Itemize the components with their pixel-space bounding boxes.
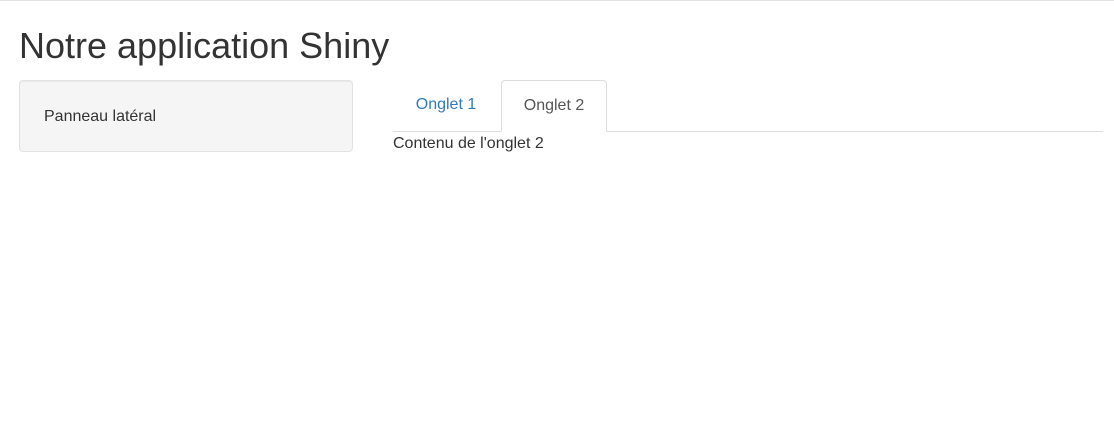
sidebar-panel-text: Panneau latéral <box>44 108 157 125</box>
tab-onglet-2[interactable]: Onglet 2 <box>501 80 607 132</box>
top-divider <box>0 0 1114 1</box>
tab-bar: Onglet 1 Onglet 2 <box>393 80 1103 132</box>
tab-onglet-1[interactable]: Onglet 1 <box>393 80 499 131</box>
tab-content: Contenu de l'onglet 2 <box>393 135 544 152</box>
sidebar-panel: Panneau latéral <box>19 80 353 152</box>
page-title: Notre application Shiny <box>19 25 390 66</box>
